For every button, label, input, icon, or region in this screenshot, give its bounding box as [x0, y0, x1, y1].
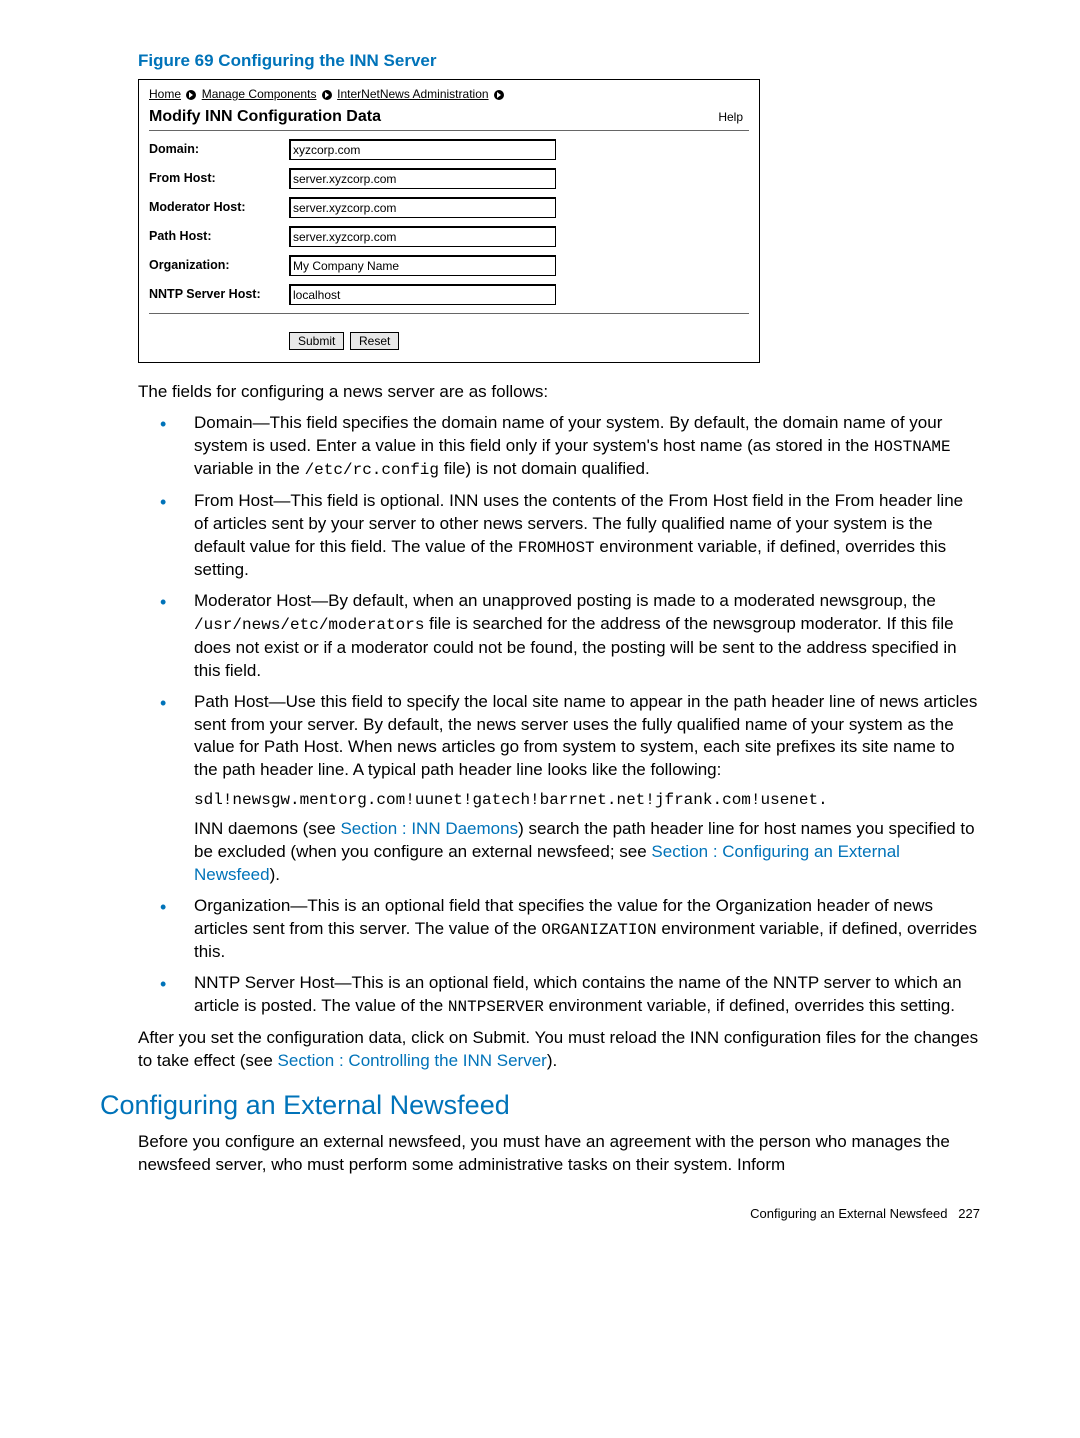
breadcrumb-home[interactable]: Home [149, 87, 181, 101]
organization-input[interactable] [289, 255, 556, 276]
submit-button[interactable]: Submit [289, 332, 344, 350]
help-link[interactable]: Help [718, 109, 743, 125]
path-note: INN daemons (see Section : INN Daemons) … [194, 818, 980, 887]
moderator-label: Moderator Host: [149, 199, 289, 216]
divider [149, 313, 749, 314]
field-list-2: Organization—This is an optional field t… [160, 895, 980, 1019]
list-item: Moderator Host—By default, when an unapp… [160, 590, 980, 682]
figure-caption: Figure 69 Configuring the INN Server [138, 50, 980, 73]
chevron-right-icon [186, 90, 196, 100]
link-inn-daemons[interactable]: Section : INN Daemons [340, 819, 518, 838]
domain-input[interactable] [289, 139, 556, 160]
moderator-input[interactable] [289, 197, 556, 218]
chevron-right-icon [322, 90, 332, 100]
organization-label: Organization: [149, 257, 289, 274]
pathhost-label: Path Host: [149, 228, 289, 245]
reset-button[interactable]: Reset [350, 332, 399, 350]
breadcrumb: Home Manage Components InterNetNews Admi… [149, 86, 749, 102]
breadcrumb-manage[interactable]: Manage Components [202, 87, 317, 101]
fromhost-label: From Host: [149, 170, 289, 187]
page-footer: Configuring an External Newsfeed 227 [100, 1205, 980, 1223]
outro-text: After you set the configuration data, cl… [138, 1027, 980, 1073]
list-item: From Host—This field is optional. INN us… [160, 490, 980, 582]
screenshot-panel: Home Manage Components InterNetNews Admi… [138, 79, 760, 363]
section-body: Before you configure an external newsfee… [138, 1131, 980, 1177]
list-item: Organization—This is an optional field t… [160, 895, 980, 964]
section-heading: Configuring an External Newsfeed [100, 1087, 980, 1123]
nntp-input[interactable] [289, 284, 556, 305]
divider [149, 130, 749, 131]
pathhost-input[interactable] [289, 226, 556, 247]
breadcrumb-inn[interactable]: InterNetNews Administration [337, 87, 488, 101]
path-example: sdl!newsgw.mentorg.com!uunet!gatech!barr… [194, 790, 980, 812]
chevron-right-icon [494, 90, 504, 100]
domain-label: Domain: [149, 141, 289, 158]
screenshot-title: Modify INN Configuration Data [149, 106, 381, 128]
nntp-label: NNTP Server Host: [149, 286, 289, 303]
intro-text: The fields for configuring a news server… [138, 381, 980, 404]
list-item: Path Host—Use this field to specify the … [160, 691, 980, 783]
list-item: Domain—This field specifies the domain n… [160, 412, 980, 482]
list-item: NNTP Server Host—This is an optional fie… [160, 972, 980, 1019]
field-list: Domain—This field specifies the domain n… [160, 412, 980, 783]
link-controlling-inn[interactable]: Section : Controlling the INN Server [278, 1051, 547, 1070]
fromhost-input[interactable] [289, 168, 556, 189]
